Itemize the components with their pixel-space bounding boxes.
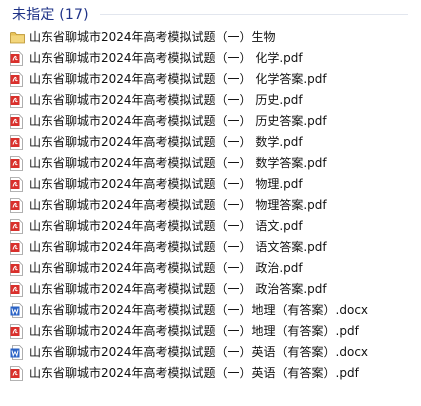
- file-name: 山东省聊城市2024年高考模拟试题（一） 化学答案.pdf: [29, 72, 327, 86]
- file-name: 山东省聊城市2024年高考模拟试题（一） 数学.pdf: [29, 135, 303, 149]
- file-item[interactable]: 山东省聊城市2024年高考模拟试题（一） 化学答案.pdf: [0, 69, 421, 90]
- file-item[interactable]: 山东省聊城市2024年高考模拟试题（一） 化学.pdf: [0, 48, 421, 69]
- file-name: 山东省聊城市2024年高考模拟试题（一）英语（有答案）.docx: [29, 345, 369, 359]
- group-header[interactable]: 未指定 (17): [0, 0, 421, 28]
- file-item[interactable]: 山东省聊城市2024年高考模拟试题（一） 数学答案.pdf: [0, 153, 421, 174]
- pdf-icon: [10, 261, 23, 276]
- file-item[interactable]: 山东省聊城市2024年高考模拟试题（一） 语文.pdf: [0, 216, 421, 237]
- file-name: 山东省聊城市2024年高考模拟试题（一） 历史答案.pdf: [29, 114, 327, 128]
- file-name: 山东省聊城市2024年高考模拟试题（一） 历史.pdf: [29, 93, 303, 107]
- file-item[interactable]: 山东省聊城市2024年高考模拟试题（一）地理（有答案）.docx: [0, 300, 421, 321]
- pdf-icon: [10, 240, 23, 255]
- group-divider: [100, 14, 408, 15]
- file-name: 山东省聊城市2024年高考模拟试题（一） 政治答案.pdf: [29, 282, 327, 296]
- word-icon: [10, 303, 23, 318]
- file-name: 山东省聊城市2024年高考模拟试题（一） 语文答案.pdf: [29, 240, 327, 254]
- pdf-icon: [10, 51, 23, 66]
- file-item[interactable]: 山东省聊城市2024年高考模拟试题（一） 物理答案.pdf: [0, 195, 421, 216]
- file-item[interactable]: 山东省聊城市2024年高考模拟试题（一） 历史答案.pdf: [0, 111, 421, 132]
- pdf-icon: [10, 324, 23, 339]
- folder-icon: [10, 31, 25, 46]
- pdf-icon: [10, 135, 23, 150]
- pdf-icon: [10, 93, 23, 108]
- file-name: 山东省聊城市2024年高考模拟试题（一）地理（有答案）.docx: [29, 303, 369, 317]
- file-item[interactable]: 山东省聊城市2024年高考模拟试题（一） 物理.pdf: [0, 174, 421, 195]
- pdf-icon: [10, 282, 23, 297]
- pdf-icon: [10, 219, 23, 234]
- file-item[interactable]: 山东省聊城市2024年高考模拟试题（一） 数学.pdf: [0, 132, 421, 153]
- file-name: 山东省聊城市2024年高考模拟试题（一） 物理答案.pdf: [29, 198, 327, 212]
- pdf-icon: [10, 177, 23, 192]
- word-icon: [10, 345, 23, 360]
- file-item[interactable]: 山东省聊城市2024年高考模拟试题（一）英语（有答案）.pdf: [0, 363, 421, 384]
- pdf-icon: [10, 366, 23, 381]
- file-item[interactable]: 山东省聊城市2024年高考模拟试题（一） 政治答案.pdf: [0, 279, 421, 300]
- pdf-icon: [10, 198, 23, 213]
- file-name: 山东省聊城市2024年高考模拟试题（一） 物理.pdf: [29, 177, 303, 191]
- file-item[interactable]: 山东省聊城市2024年高考模拟试题（一） 语文答案.pdf: [0, 237, 421, 258]
- file-name: 山东省聊城市2024年高考模拟试题（一） 语文.pdf: [29, 219, 303, 233]
- file-item[interactable]: 山东省聊城市2024年高考模拟试题（一） 政治.pdf: [0, 258, 421, 279]
- file-item[interactable]: 山东省聊城市2024年高考模拟试题（一）生物: [0, 27, 421, 48]
- file-item[interactable]: 山东省聊城市2024年高考模拟试题（一）地理（有答案）.pdf: [0, 321, 421, 342]
- pdf-icon: [10, 114, 23, 129]
- file-item[interactable]: 山东省聊城市2024年高考模拟试题（一） 历史.pdf: [0, 90, 421, 111]
- file-name: 山东省聊城市2024年高考模拟试题（一） 化学.pdf: [29, 51, 303, 65]
- file-name: 山东省聊城市2024年高考模拟试题（一）英语（有答案）.pdf: [29, 366, 359, 380]
- file-name: 山东省聊城市2024年高考模拟试题（一） 数学答案.pdf: [29, 156, 327, 170]
- file-list: 山东省聊城市2024年高考模拟试题（一）生物 山东省聊城市2024年高考模拟试题…: [0, 27, 421, 384]
- file-name: 山东省聊城市2024年高考模拟试题（一）生物: [29, 30, 276, 44]
- file-name: 山东省聊城市2024年高考模拟试题（一）地理（有答案）.pdf: [29, 324, 359, 338]
- pdf-icon: [10, 156, 23, 171]
- file-item[interactable]: 山东省聊城市2024年高考模拟试题（一）英语（有答案）.docx: [0, 342, 421, 363]
- group-title[interactable]: 未指定 (17): [12, 4, 89, 24]
- file-name: 山东省聊城市2024年高考模拟试题（一） 政治.pdf: [29, 261, 303, 275]
- pdf-icon: [10, 72, 23, 87]
